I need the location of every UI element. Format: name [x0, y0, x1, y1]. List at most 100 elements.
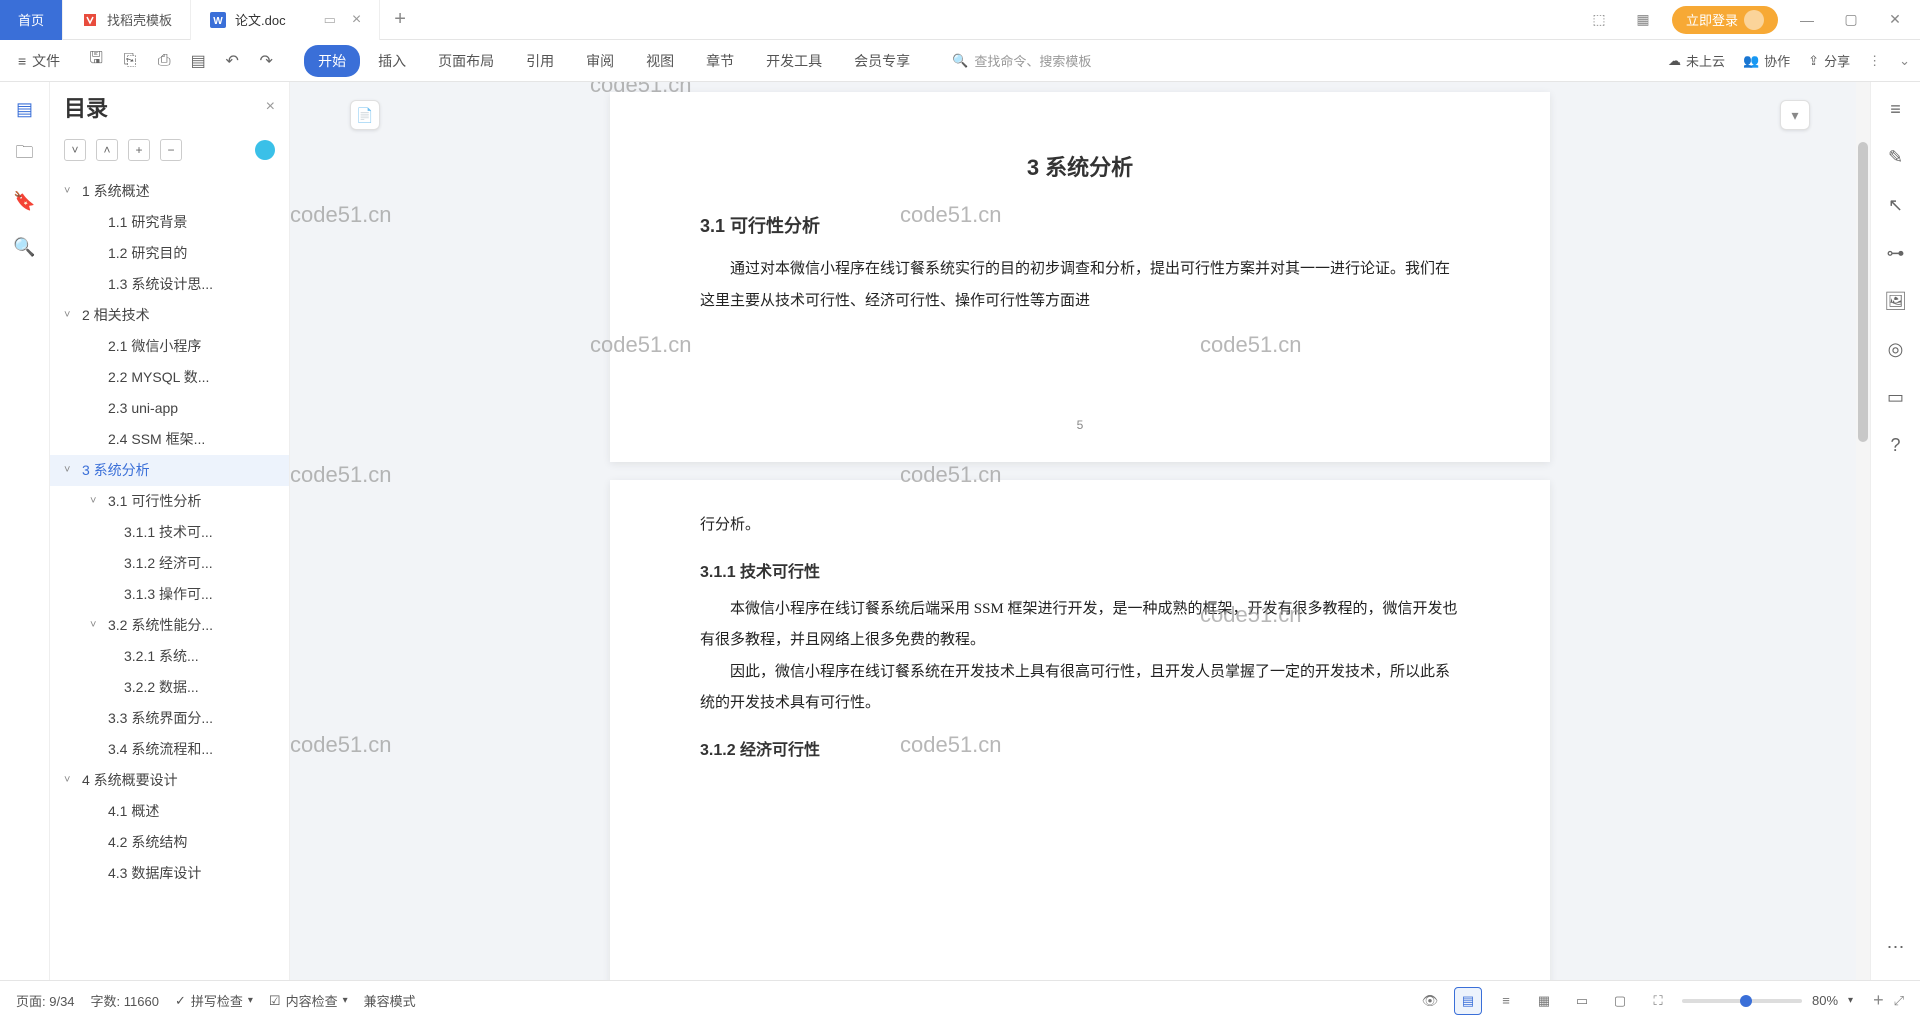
view-web-icon[interactable]: ▦ [1530, 987, 1558, 1015]
redo-icon[interactable]: ↷ [254, 49, 278, 73]
outline-item-label: 3.1.2 经济可... [124, 553, 213, 574]
outline-item[interactable]: 4.3 数据库设计 [50, 858, 289, 889]
settings-icon[interactable]: ⊶ [1883, 240, 1909, 266]
scrollbar[interactable] [1856, 82, 1870, 980]
eye-icon[interactable]: 👁 [1416, 987, 1444, 1015]
ribbon-tab-references[interactable]: 引用 [512, 45, 568, 77]
view-page-icon[interactable]: ▤ [1454, 987, 1482, 1015]
collapse-all-icon[interactable]: ˅ [64, 139, 86, 161]
collab-button[interactable]: 👥协作 [1743, 51, 1790, 70]
chevron-down-icon[interactable]: ▾ [1848, 995, 1853, 1006]
outline-item[interactable]: 2.4 SSM 框架... [50, 424, 289, 455]
outline-item[interactable]: 1.1 研究背景 [50, 207, 289, 238]
outline-item[interactable]: 3.1.3 操作可... [50, 579, 289, 610]
folder-icon[interactable]: 🗀 [12, 142, 38, 168]
view-read-icon[interactable]: ▭ [1568, 987, 1596, 1015]
ribbon-tab-view[interactable]: 视图 [632, 45, 688, 77]
tab-document[interactable]: W 论文.doc ▭ × [191, 0, 380, 40]
outline-item[interactable]: 2.3 uni-app [50, 393, 289, 424]
outline-item[interactable]: ˅3.2 系统性能分... [50, 610, 289, 641]
outline-tree[interactable]: ˅1 系统概述1.1 研究背景1.2 研究目的1.3 系统设计思...˅2 相关… [50, 168, 289, 1020]
cloud-status[interactable]: ☁未上云 [1668, 51, 1725, 70]
close-window-icon[interactable]: ✕ [1880, 5, 1910, 35]
collapse-ribbon-icon[interactable]: ⌄ [1899, 53, 1910, 69]
tab-device-icon[interactable]: ▭ [324, 12, 336, 28]
ribbon-tab-layout[interactable]: 页面布局 [424, 45, 508, 77]
save-as-icon[interactable]: ⎘ [118, 49, 142, 73]
undo-icon[interactable]: ↶ [220, 49, 244, 73]
new-tab-button[interactable]: + [380, 8, 420, 31]
minimize-icon[interactable]: — [1792, 5, 1822, 35]
page-counter[interactable]: 页面: 9/34 [16, 991, 75, 1010]
ribbon-tab-devtools[interactable]: 开发工具 [752, 45, 836, 77]
outline-item[interactable]: 3.3 系统界面分... [50, 703, 289, 734]
word-counter[interactable]: 字数: 11660 [91, 991, 159, 1010]
share-button[interactable]: ⇪分享 [1808, 51, 1850, 70]
content-check[interactable]: ☑内容检查▾ [269, 991, 348, 1010]
close-icon[interactable]: × [352, 11, 361, 29]
layout-icon[interactable]: ⬚ [1584, 5, 1614, 35]
cursor-icon[interactable]: ↖ [1883, 192, 1909, 218]
file-menu[interactable]: ≡文件 [10, 51, 68, 71]
fullscreen-icon[interactable]: ⛶ [1644, 987, 1672, 1015]
outline-icon[interactable]: ▤ [12, 96, 38, 122]
zoom-in-icon[interactable]: + [1873, 990, 1884, 1011]
outline-badge-icon[interactable] [255, 140, 275, 160]
ribbon-tab-insert[interactable]: 插入 [364, 45, 420, 77]
outline-item[interactable]: 1.3 系统设计思... [50, 269, 289, 300]
outline-item[interactable]: ˅2 相关技术 [50, 300, 289, 331]
hamburger-right-icon[interactable]: ≡ [1883, 96, 1909, 122]
search-rail-icon[interactable]: 🔍 [12, 234, 38, 260]
maximize-icon[interactable]: ▢ [1836, 5, 1866, 35]
tab-home[interactable]: 首页 [0, 0, 63, 40]
remove-section-icon[interactable]: − [160, 139, 182, 161]
more-right-icon[interactable]: ⋯ [1883, 934, 1909, 960]
read-icon[interactable]: ▭ [1883, 384, 1909, 410]
translate-icon[interactable]: ◎ [1883, 336, 1909, 362]
outline-item[interactable]: 3.1.2 经济可... [50, 548, 289, 579]
login-button[interactable]: 立即登录 [1672, 6, 1778, 34]
pen-icon[interactable]: ✎ [1883, 144, 1909, 170]
fit-icon[interactable]: ⤢ [1894, 993, 1904, 1009]
help-icon[interactable]: ? [1883, 432, 1909, 458]
ribbon-tab-chapter[interactable]: 章节 [692, 45, 748, 77]
zoom-slider[interactable] [1682, 999, 1802, 1003]
page-tool-icon[interactable]: 📄 [350, 100, 380, 130]
outline-item[interactable]: 4.2 系统结构 [50, 827, 289, 858]
outline-item[interactable]: 3.2.1 系统... [50, 641, 289, 672]
ribbon-tab-start[interactable]: 开始 [304, 45, 360, 77]
outline-item[interactable]: 3.2.2 数据... [50, 672, 289, 703]
ribbon-tab-review[interactable]: 审阅 [572, 45, 628, 77]
zoom-value[interactable]: 80% [1812, 993, 1838, 1008]
ribbon-tab-member[interactable]: 会员专享 [840, 45, 924, 77]
outline-item[interactable]: 3.4 系统流程和... [50, 734, 289, 765]
outline-item[interactable]: 3.1.1 技术可... [50, 517, 289, 548]
outline-item[interactable]: ˅1 系统概述 [50, 176, 289, 207]
bookmark-icon[interactable]: 🔖 [12, 188, 38, 214]
save-icon[interactable]: 🖫 [84, 49, 108, 73]
apps-icon[interactable]: ▦ [1628, 5, 1658, 35]
outline-item[interactable]: 2.1 微信小程序 [50, 331, 289, 362]
spell-check[interactable]: ✓拼写检查▾ [175, 991, 253, 1010]
close-panel-icon[interactable]: × [266, 98, 275, 116]
scrollbar-thumb[interactable] [1858, 142, 1868, 442]
expand-all-icon[interactable]: ˄ [96, 139, 118, 161]
ribbon-search[interactable]: 🔍查找命令、搜索模板 [952, 51, 1091, 70]
outline-item[interactable]: ˅3.1 可行性分析 [50, 486, 289, 517]
image-icon[interactable]: 🖼 [1883, 288, 1909, 314]
view-layout-icon[interactable]: ▢ [1606, 987, 1634, 1015]
document-area[interactable]: 📄 ▾ 3 系统分析 3.1 可行性分析 通过对本微信小程序在线订餐系统实行的目… [290, 82, 1870, 1020]
more-icon[interactable]: ⋮ [1868, 53, 1881, 69]
add-section-icon[interactable]: + [128, 139, 150, 161]
preview-icon[interactable]: ▤ [186, 49, 210, 73]
bookmark-page-icon[interactable]: ▾ [1780, 100, 1810, 130]
outline-item[interactable]: 4.1 概述 [50, 796, 289, 827]
view-outline-icon[interactable]: ≡ [1492, 987, 1520, 1015]
outline-item[interactable]: 1.2 研究目的 [50, 238, 289, 269]
outline-item[interactable]: ˅3 系统分析 [50, 455, 289, 486]
tab-templates[interactable]: 找稻壳模板 [63, 0, 191, 40]
outline-item[interactable]: 2.2 MYSQL 数... [50, 362, 289, 393]
outline-item[interactable]: ˅4 系统概要设计 [50, 765, 289, 796]
document-page-2: 行分析。 3.1.1 技术可行性 本微信小程序在线订餐系统后端采用 SSM 框架… [610, 480, 1550, 1000]
print-icon[interactable]: ⎙ [152, 49, 176, 73]
